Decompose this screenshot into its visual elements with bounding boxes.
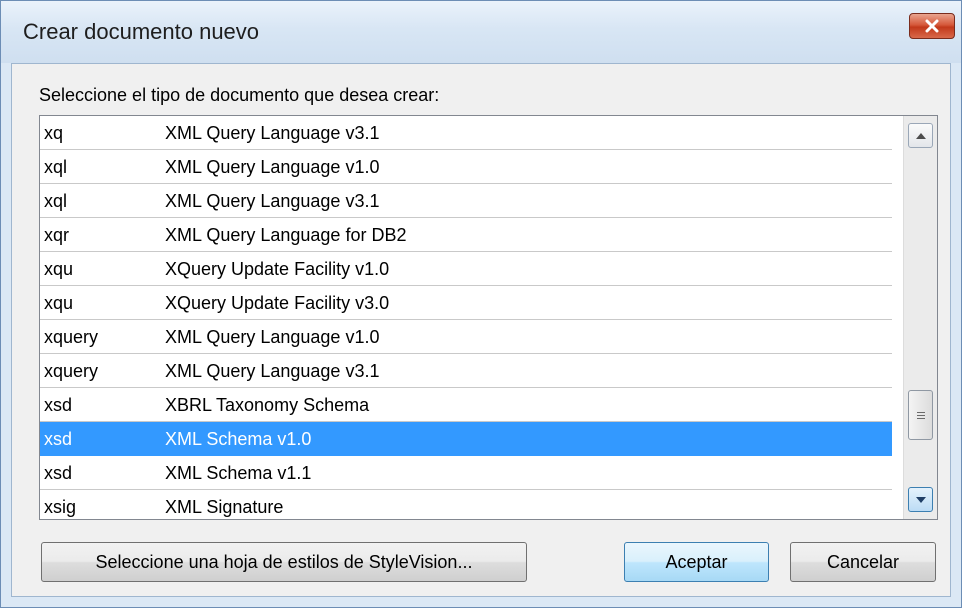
document-type-list[interactable]: xq XML Query Language v3.1 xql XML Query La… xyxy=(39,115,938,520)
cancel-button[interactable]: Cancelar xyxy=(790,542,936,582)
close-button[interactable] xyxy=(909,13,955,39)
document-type-rows: xq XML Query Language v3.1 xql XML Query La… xyxy=(40,116,892,519)
description-cell: XML Query Language v1.0 xyxy=(165,157,380,177)
extension-cell: xq xyxy=(44,123,64,143)
extension-cell: xql xyxy=(44,157,68,177)
description-cell: XML Query Language v3.1 xyxy=(165,361,380,381)
list-item[interactable]: xq XML Query Language v3.1 xyxy=(40,116,892,150)
close-icon xyxy=(925,19,939,33)
ok-button[interactable]: Aceptar xyxy=(624,542,769,582)
description-cell: XQuery Update Facility v1.0 xyxy=(165,259,390,279)
description-cell: XQuery Update Facility v3.0 xyxy=(165,293,390,313)
extension-cell: xqr xyxy=(44,225,70,245)
extension-cell: xqu xyxy=(44,259,74,279)
scroll-down-arrow-icon xyxy=(915,496,926,503)
list-item[interactable]: xquery XML Query Language v3.1 xyxy=(40,354,892,388)
list-item[interactable]: xsd XML Schema v1.0 xyxy=(40,422,892,456)
scroll-thumb[interactable] xyxy=(908,390,933,440)
extension-cell: xsig xyxy=(44,497,77,517)
list-item[interactable]: xquery XML Query Language v1.0 xyxy=(40,320,892,354)
list-item[interactable]: xsig XML Signature xyxy=(40,490,892,519)
description-cell: XML Signature xyxy=(165,497,284,517)
extension-cell: xqu xyxy=(44,293,74,313)
extension-cell: xquery xyxy=(44,327,99,347)
dialog-body: Seleccione el tipo de documento que dese… xyxy=(11,63,951,597)
list-item[interactable]: xqr XML Query Language for DB2 xyxy=(40,218,892,252)
vertical-scrollbar[interactable] xyxy=(903,116,937,519)
new-document-dialog: Crear documento nuevo Seleccione el tipo… xyxy=(0,0,962,608)
scroll-down-button[interactable] xyxy=(908,487,933,512)
description-cell: XML Schema v1.1 xyxy=(165,463,312,483)
prompt-label: Seleccione el tipo de documento que dese… xyxy=(39,85,440,105)
description-cell: XML Query Language v3.1 xyxy=(165,123,380,143)
description-cell: XBRL Taxonomy Schema xyxy=(165,395,370,415)
description-cell: XML Query Language for DB2 xyxy=(165,225,407,245)
title-bar[interactable]: Crear documento nuevo xyxy=(1,1,961,63)
description-cell: XML Schema v1.0 xyxy=(165,429,312,449)
list-item[interactable]: xqu XQuery Update Facility v1.0 xyxy=(40,252,892,286)
description-cell: XML Query Language v3.1 xyxy=(165,191,380,211)
description-cell: XML Query Language v1.0 xyxy=(165,327,380,347)
list-item[interactable]: xsd XBRL Taxonomy Schema xyxy=(40,388,892,422)
list-item[interactable]: xsd XML Schema v1.1 xyxy=(40,456,892,490)
list-item[interactable]: xql XML Query Language v3.1 xyxy=(40,184,892,218)
extension-cell: xql xyxy=(44,191,68,211)
scroll-up-arrow-icon xyxy=(915,132,926,139)
extension-cell: xsd xyxy=(44,395,73,415)
select-stylesheet-button[interactable]: Seleccione una hoja de estilos de StyleV… xyxy=(41,542,527,582)
extension-cell: xsd xyxy=(44,463,73,483)
extension-cell: xsd xyxy=(44,429,73,449)
list-item[interactable]: xql XML Query Language v1.0 xyxy=(40,150,892,184)
scroll-up-button[interactable] xyxy=(908,123,933,148)
grip-icon xyxy=(916,411,925,419)
list-item[interactable]: xqu XQuery Update Facility v3.0 xyxy=(40,286,892,320)
dialog-title: Crear documento nuevo xyxy=(23,19,260,44)
extension-cell: xquery xyxy=(44,361,99,381)
